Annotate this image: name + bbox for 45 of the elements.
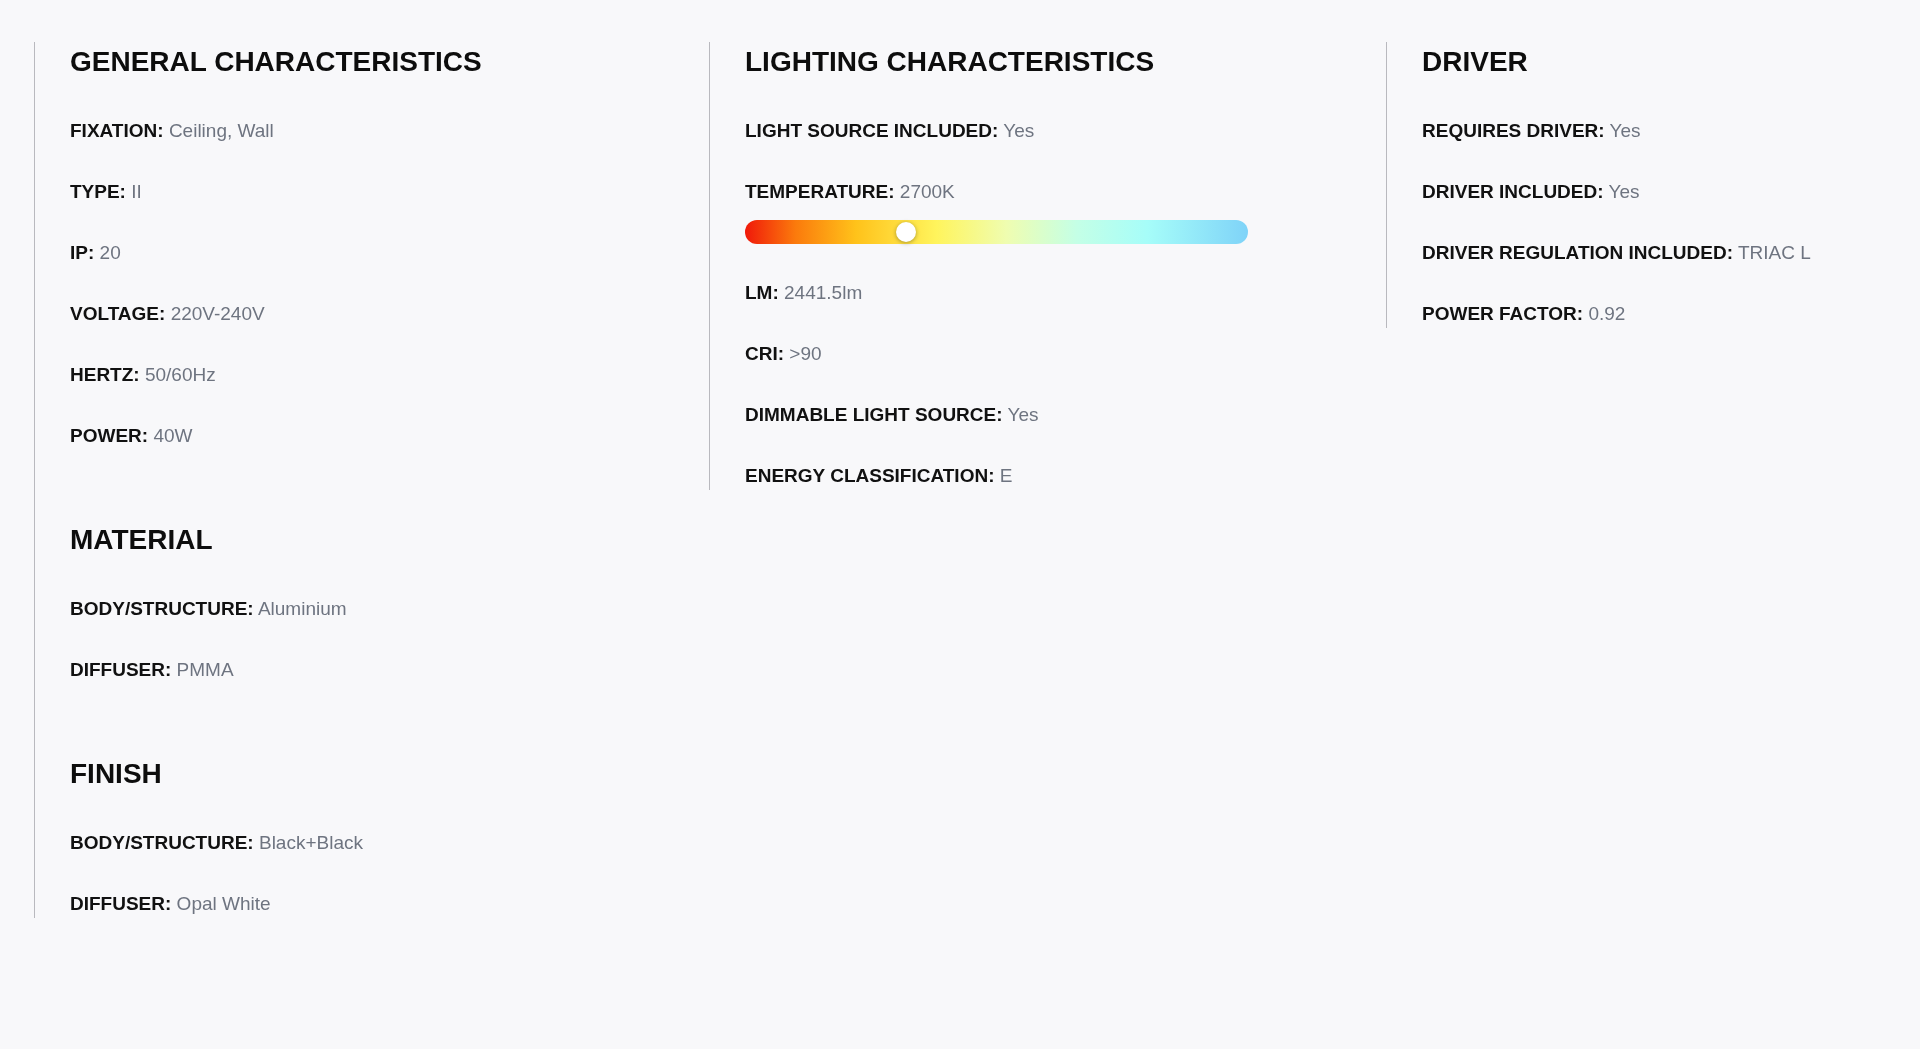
section-heading: LIGHTING CHARACTERISTICS [745,45,1156,79]
spec-label: DIFFUSER: [70,659,172,680]
spec-value: Yes [1609,120,1641,141]
section-heading: GENERAL CHARACTERISTICS [70,45,483,79]
section-heading: FINISH [70,757,163,791]
spec-value: 220V-240V [170,303,265,324]
spec-label: LM: [745,282,779,303]
spec-value: 2700K [899,181,955,202]
spec-value: Yes [1608,181,1640,202]
spec-value: 2441.5lm [784,282,863,303]
spec-label: TYPE: [70,181,126,202]
spec-label: LIGHT SOURCE INCLUDED: [745,120,999,141]
spec-label: CRI: [745,343,785,364]
spec-value: >90 [789,343,822,364]
spec-label: IP: [70,242,95,263]
spec-value: 40W [153,425,193,446]
spec-label: BODY/STRUCTURE: [70,832,254,853]
section-heading: DRIVER [1422,45,1529,79]
spec-label: POWER: [70,425,149,446]
spec-label: DIFFUSER: [70,893,172,914]
spec-value: Opal White [176,893,271,914]
spec-value: E [999,465,1013,486]
spec-label: HERTZ: [70,364,140,385]
spec-label: BODY/STRUCTURE: [70,598,254,619]
spec-label: DRIVER REGULATION INCLUDED: [1422,242,1734,263]
spec-value: Aluminium [257,598,347,619]
spec-value: TRIAC L [1738,242,1811,263]
spec-label: VOLTAGE: [70,303,166,324]
spec-value: Black+Black [258,832,363,853]
spec-value: PMMA [176,659,234,680]
spec-label: FIXATION: [70,120,164,141]
spec-value: 50/60Hz [144,364,216,385]
spec-label: TEMPERATURE: [745,181,895,202]
spec-value: Ceiling, Wall [168,120,274,141]
spec-label: POWER FACTOR: [1422,303,1584,324]
spec-value: Yes [1003,120,1035,141]
spec-label: ENERGY CLASSIFICATION: [745,465,995,486]
spec-label: DRIVER INCLUDED: [1422,181,1604,202]
spec-value: 20 [99,242,121,263]
spec-value: Yes [1007,404,1039,425]
spec-value: 0.92 [1588,303,1626,324]
spec-value: II [131,181,142,202]
section-heading: MATERIAL [70,523,214,557]
spec-label: DIMMABLE LIGHT SOURCE: [745,404,1003,425]
spec-label: REQUIRES DRIVER: [1422,120,1605,141]
